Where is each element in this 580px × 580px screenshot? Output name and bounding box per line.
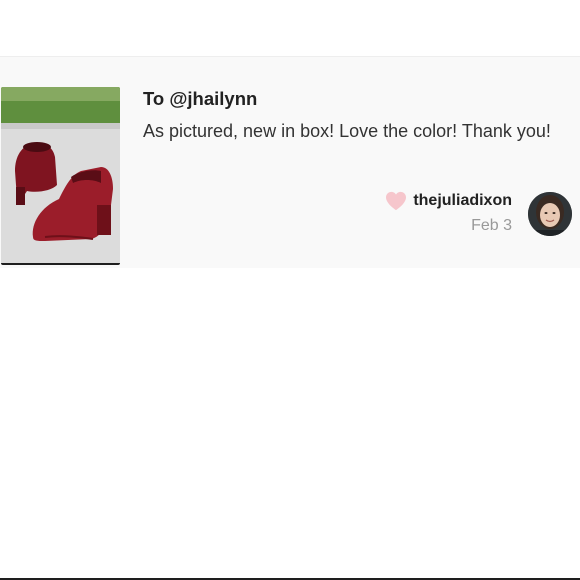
author-row: thejuliadixon	[385, 191, 512, 211]
avatar[interactable]	[528, 192, 572, 236]
message-meta: thejuliadixon Feb 3	[385, 191, 512, 235]
message-date: Feb 3	[471, 217, 512, 234]
heart-icon[interactable]	[385, 191, 407, 211]
message-content: To @jhailynn As pictured, new in box! Lo…	[143, 87, 568, 145]
review-card: To @jhailynn As pictured, new in box! Lo…	[0, 57, 580, 268]
boots-photo	[1, 87, 120, 263]
user-avatar	[528, 192, 572, 236]
recipient-heading: To @jhailynn	[143, 88, 258, 109]
product-thumbnail[interactable]	[1, 87, 120, 265]
author-username[interactable]: thejuliadixon	[413, 192, 512, 210]
message-text: As pictured, new in box! Love the color!…	[143, 121, 551, 141]
